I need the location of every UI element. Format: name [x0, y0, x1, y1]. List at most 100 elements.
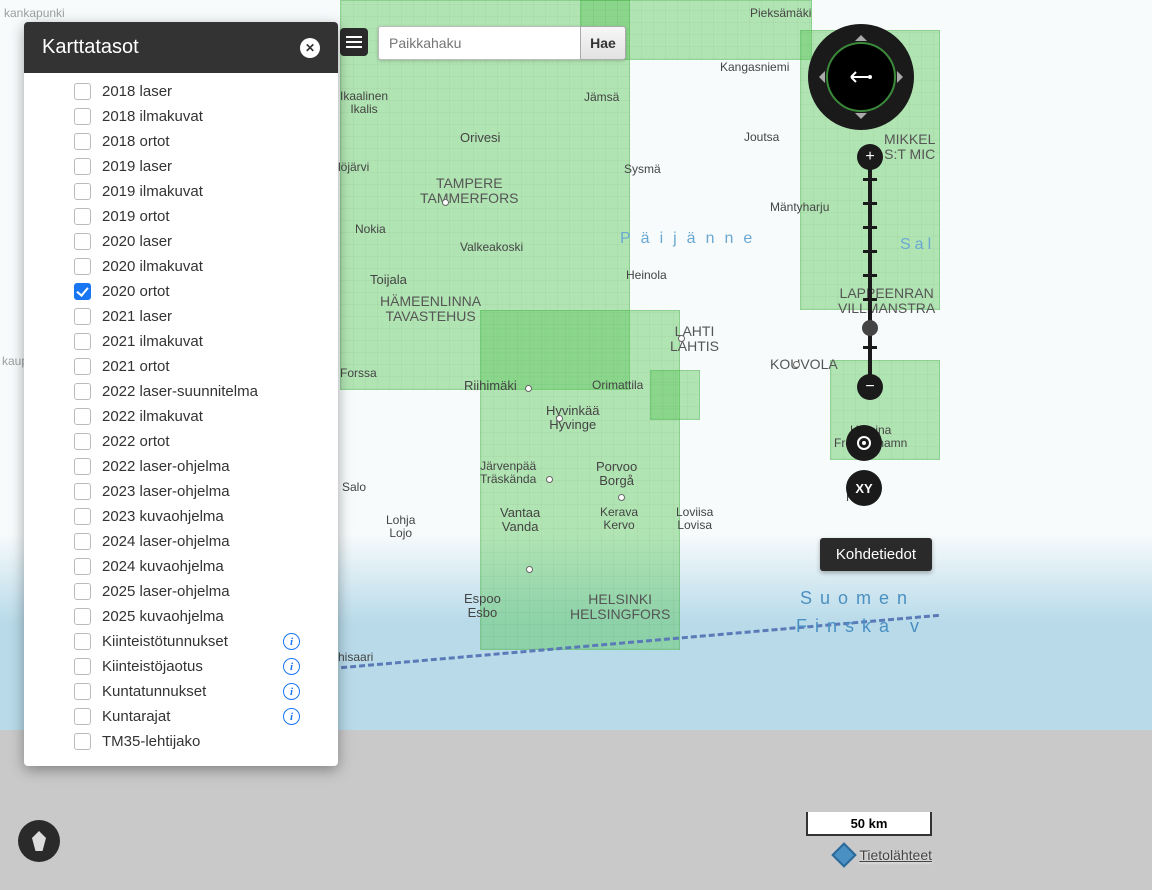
layer-checkbox[interactable]: [74, 708, 91, 725]
layer-checkbox[interactable]: [74, 683, 91, 700]
layer-checkbox[interactable]: [74, 483, 91, 500]
sources-label: Tietolähteet: [859, 847, 932, 863]
search-input[interactable]: [378, 26, 580, 60]
layer-checkbox[interactable]: [74, 208, 91, 225]
layer-checkbox[interactable]: [74, 383, 91, 400]
layer-checkbox[interactable]: [74, 358, 91, 375]
layer-label: 2022 ortot: [102, 433, 170, 450]
feature-info-label[interactable]: Kohdetiedot: [820, 538, 932, 571]
layer-label: 2021 ortot: [102, 358, 170, 375]
layer-item[interactable]: Kuntarajat i: [24, 704, 338, 729]
xy-button[interactable]: XY: [846, 470, 882, 506]
layer-label: 2018 ortot: [102, 133, 170, 150]
search-button[interactable]: Hae: [580, 26, 626, 60]
city-dot: [442, 199, 449, 206]
pan-left-button[interactable]: [813, 71, 825, 83]
layer-label: 2025 laser-ohjelma: [102, 583, 230, 600]
layer-label: 2018 ilmakuvat: [102, 108, 203, 125]
pan-down-button[interactable]: [855, 113, 867, 125]
reset-view-button[interactable]: [826, 42, 896, 112]
layer-checkbox[interactable]: [74, 258, 91, 275]
layer-item[interactable]: 2019 ilmakuvat: [24, 179, 338, 204]
layer-checkbox[interactable]: [74, 408, 91, 425]
layer-label: 2023 kuvaohjelma: [102, 508, 224, 525]
layers-panel: Karttatasot ✕ 2018 laser2018 ilmakuvat20…: [24, 22, 338, 766]
data-sources-link[interactable]: Tietolähteet: [835, 846, 932, 864]
info-icon[interactable]: i: [283, 708, 300, 725]
layer-checkbox[interactable]: [74, 83, 91, 100]
layer-item[interactable]: 2024 laser-ohjelma: [24, 529, 338, 554]
layer-checkbox[interactable]: [74, 633, 91, 650]
layer-item[interactable]: TM35-lehtijako: [24, 729, 338, 754]
layer-item[interactable]: 2020 ilmakuvat: [24, 254, 338, 279]
layer-checkbox[interactable]: [74, 733, 91, 750]
zoom-handle[interactable]: [862, 320, 878, 336]
layer-label: 2025 kuvaohjelma: [102, 608, 224, 625]
layer-item[interactable]: Kiinteistöjaotus i: [24, 654, 338, 679]
zoom-in-button[interactable]: +: [857, 144, 883, 170]
menu-button[interactable]: [340, 28, 368, 56]
locate-button[interactable]: [846, 425, 882, 461]
info-icon[interactable]: i: [283, 633, 300, 650]
layer-checkbox[interactable]: [74, 133, 91, 150]
layer-label: Kiinteistötunnukset: [102, 633, 228, 650]
layer-checkbox[interactable]: [74, 558, 91, 575]
layer-label: Kuntarajat: [102, 708, 170, 725]
pan-up-button[interactable]: [855, 29, 867, 41]
layer-item[interactable]: 2021 ilmakuvat: [24, 329, 338, 354]
layer-item[interactable]: 2020 ortot: [24, 279, 338, 304]
layer-item[interactable]: 2018 laser: [24, 79, 338, 104]
crosshair-icon: [854, 433, 874, 453]
layer-item[interactable]: 2022 ortot: [24, 429, 338, 454]
layer-item[interactable]: 2023 laser-ohjelma: [24, 479, 338, 504]
layer-item[interactable]: 2024 kuvaohjelma: [24, 554, 338, 579]
layer-item[interactable]: Kiinteistötunnukset i: [24, 629, 338, 654]
layer-item[interactable]: 2018 ortot: [24, 129, 338, 154]
layer-checkbox[interactable]: [74, 233, 91, 250]
layer-item[interactable]: 2025 laser-ohjelma: [24, 579, 338, 604]
pin-icon: [32, 831, 46, 851]
info-icon[interactable]: i: [283, 658, 300, 675]
layer-item[interactable]: 2019 ortot: [24, 204, 338, 229]
layer-item[interactable]: 2025 kuvaohjelma: [24, 604, 338, 629]
layer-item[interactable]: Kuntatunnukseti: [24, 679, 338, 704]
layer-item[interactable]: 2021 laser: [24, 304, 338, 329]
layer-item[interactable]: 2020 laser: [24, 229, 338, 254]
layer-label: 2020 ortot: [102, 283, 170, 300]
layer-checkbox[interactable]: [74, 308, 91, 325]
layer-checkbox[interactable]: [74, 108, 91, 125]
layer-item[interactable]: 2021 ortot: [24, 354, 338, 379]
info-icon[interactable]: i: [283, 683, 300, 700]
layer-item[interactable]: 2023 kuvaohjelma: [24, 504, 338, 529]
layer-checkbox[interactable]: [74, 608, 91, 625]
layer-label: 2022 laser-suunnitelma: [102, 383, 258, 400]
layer-item[interactable]: 2019 laser: [24, 154, 338, 179]
layer-item[interactable]: 2022 ilmakuvat: [24, 404, 338, 429]
layer-checkbox[interactable]: [74, 433, 91, 450]
marker-tool-button[interactable]: [18, 820, 60, 862]
city-dot: [556, 415, 563, 422]
pan-right-button[interactable]: [897, 71, 909, 83]
layer-item[interactable]: 2018 ilmakuvat: [24, 104, 338, 129]
zoom-out-button[interactable]: −: [857, 374, 883, 400]
close-button[interactable]: ✕: [300, 38, 320, 58]
layer-label: 2022 laser-ohjelma: [102, 458, 230, 475]
layers-scroll[interactable]: 2018 laser 2018 ilmakuvat 2018 ortot 2019 l…: [24, 73, 338, 766]
layer-checkbox[interactable]: [74, 508, 91, 525]
diamond-icon: [832, 842, 857, 867]
layer-label: 2019 ilmakuvat: [102, 183, 203, 200]
layer-checkbox[interactable]: [74, 283, 91, 300]
layer-checkbox[interactable]: [74, 533, 91, 550]
zoom-tick: [863, 202, 877, 205]
city-dot: [678, 335, 685, 342]
layer-checkbox[interactable]: [74, 658, 91, 675]
layer-checkbox[interactable]: [74, 183, 91, 200]
layer-item[interactable]: 2022 laser-ohjelma: [24, 454, 338, 479]
zoom-slider[interactable]: + −: [868, 150, 872, 394]
layer-label: Kiinteistöjaotus: [102, 658, 203, 675]
layer-checkbox[interactable]: [74, 333, 91, 350]
layer-checkbox[interactable]: [74, 583, 91, 600]
layer-item[interactable]: 2022 laser-suunnitelma: [24, 379, 338, 404]
layer-checkbox[interactable]: [74, 158, 91, 175]
layer-checkbox[interactable]: [74, 458, 91, 475]
